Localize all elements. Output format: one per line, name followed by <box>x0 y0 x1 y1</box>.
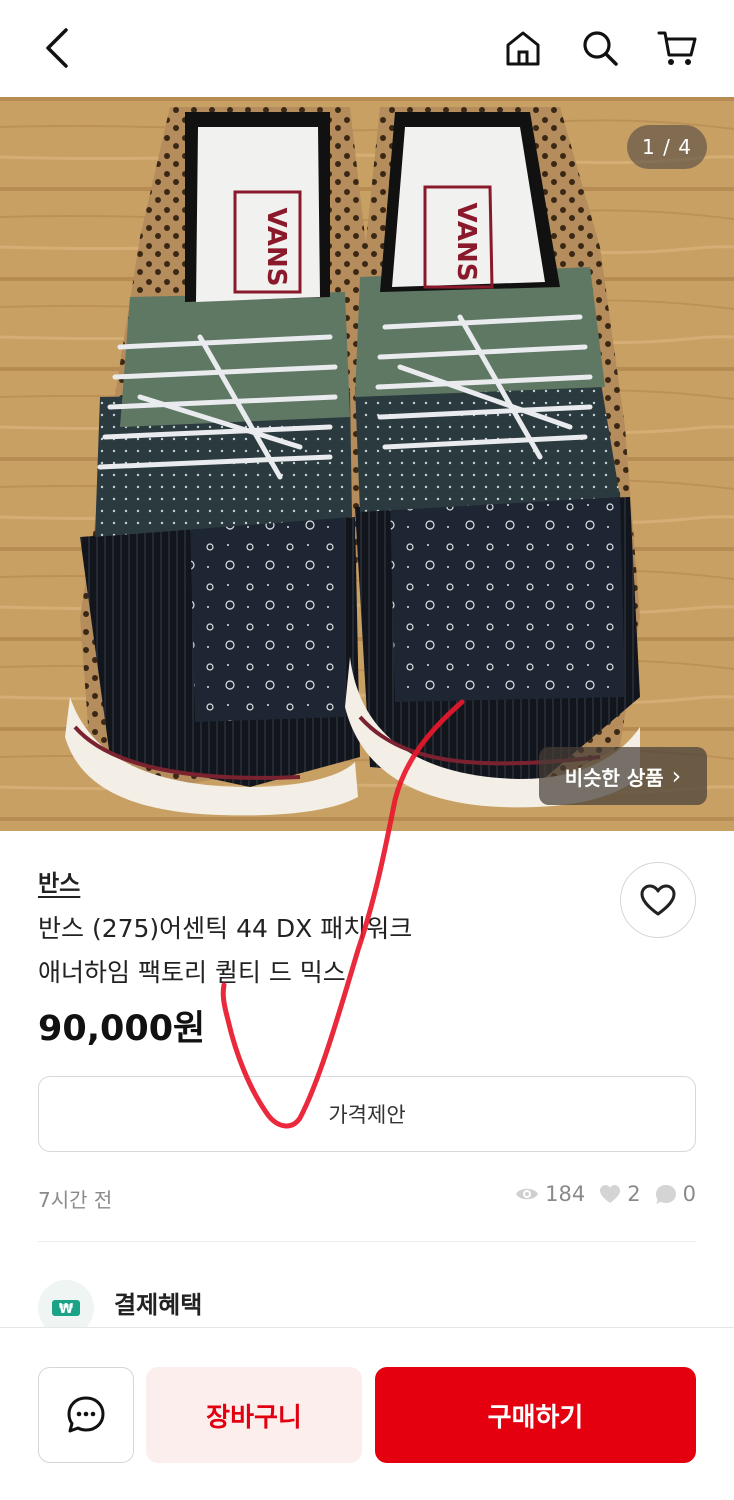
likes-count: 2 <box>627 1182 641 1206</box>
heart-icon <box>640 884 676 916</box>
search-button[interactable] <box>574 22 626 74</box>
likes-stat: 2 <box>599 1182 641 1206</box>
views-count: 184 <box>545 1182 586 1206</box>
buy-now-button[interactable]: 구매하기 <box>375 1367 696 1463</box>
eye-icon <box>516 1188 539 1200</box>
section-divider <box>38 1241 696 1242</box>
add-to-cart-button[interactable]: 장바구니 <box>146 1367 362 1463</box>
payment-benefits-label[interactable]: 결제혜택 <box>114 1285 202 1320</box>
heart-icon <box>600 1185 621 1203</box>
search-icon <box>583 31 618 66</box>
product-price: 90,000원 <box>38 1009 206 1049</box>
svg-text:VANS: VANS <box>261 208 291 287</box>
chats-stat: 0 <box>655 1182 696 1206</box>
brand-link[interactable]: 반스 <box>38 864 80 898</box>
bottom-action-bar: 장바구니 구매하기 <box>0 1327 734 1500</box>
chat-button[interactable] <box>38 1367 134 1463</box>
product-image-carousel[interactable]: VANS VANS 1 / 4 비슷한 상품 › <box>0 97 734 831</box>
cart-icon <box>657 31 697 65</box>
product-title-line-1: 반스 (275)어센틱 44 DX 패치워크 <box>38 914 413 943</box>
similar-products-button[interactable]: 비슷한 상품 › <box>539 747 707 805</box>
home-button[interactable] <box>497 22 549 74</box>
chevron-right-icon: › <box>671 762 682 790</box>
similar-products-label: 비슷한 상품 <box>564 765 664 790</box>
cart-button[interactable] <box>652 22 704 74</box>
svg-text:VANS: VANS <box>451 203 481 282</box>
price-offer-button[interactable]: 가격제안 <box>38 1076 696 1152</box>
chat-bubble-icon <box>67 1396 105 1433</box>
chats-count: 0 <box>682 1182 696 1206</box>
top-navigation-bar <box>0 0 734 97</box>
back-button[interactable] <box>32 22 84 74</box>
product-stats: 184 2 0 <box>501 1182 696 1206</box>
svg-text:₩: ₩ <box>59 1302 74 1317</box>
views-stat: 184 <box>515 1182 585 1206</box>
wishlist-button[interactable] <box>620 862 696 938</box>
product-title-line-2: 애너하임 팩토리 퀼티 드 믹스 <box>38 958 346 987</box>
home-icon <box>506 31 540 66</box>
chevron-left-icon <box>46 28 68 68</box>
chat-bubble-icon <box>655 1184 676 1204</box>
product-photo: VANS VANS <box>0 97 734 831</box>
posted-time: 7시간 전 <box>38 1188 113 1212</box>
image-counter-badge: 1 / 4 <box>627 125 707 169</box>
product-title: 반스 (275)어센틱 44 DX 패치워크 애너하임 팩토리 퀼티 드 믹스 <box>38 907 558 995</box>
